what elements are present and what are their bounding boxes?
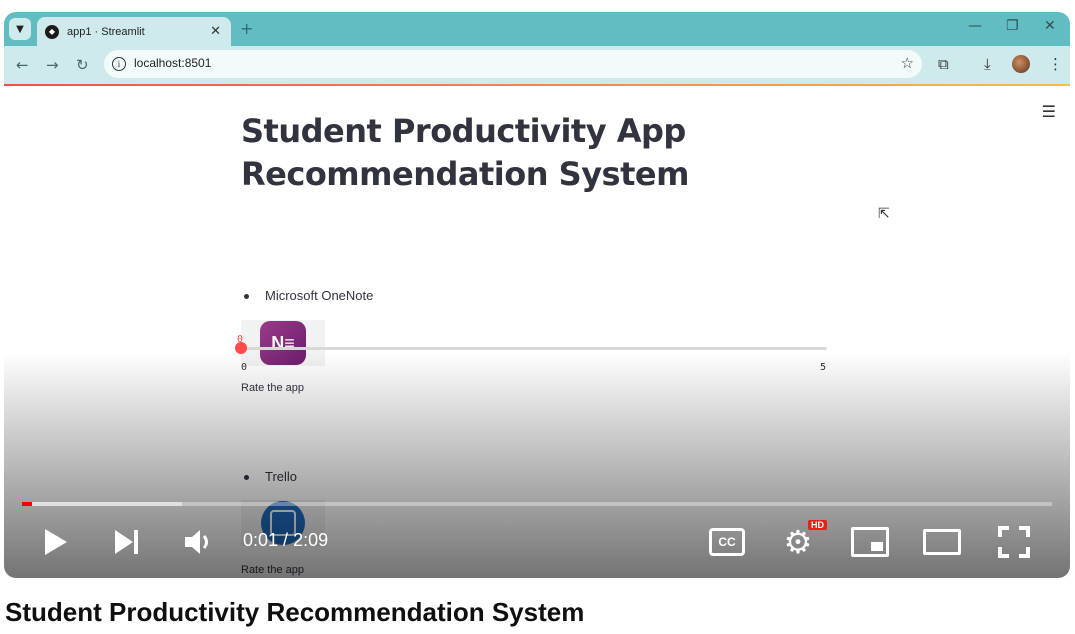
bookmark-star-icon[interactable]: ☆ (901, 54, 914, 72)
video-player[interactable]: ▼ ◆ app1 · Streamlit ✕ + — ❐ ✕ ← → ↻ i l… (4, 12, 1070, 578)
subtitles-button[interactable]: CC (708, 526, 746, 558)
video-title: Student Productivity Recommendation Syst… (5, 597, 585, 627)
restore-icon[interactable]: ❐ (1006, 18, 1019, 34)
theater-icon (923, 529, 961, 555)
onenote-logo-icon: N≡ (260, 321, 306, 365)
browser-toolbar: ← → ↻ i localhost:8501 ☆ ⧉ ⤓ ⋮ (4, 46, 1070, 84)
bullet-icon (244, 294, 249, 300)
download-icon[interactable]: ⤓ (984, 55, 991, 73)
volume-button[interactable] (180, 526, 216, 558)
page-title: Student Productivity App Recommendation … (241, 112, 689, 193)
slider-min-label: 0 (241, 362, 248, 373)
url-text[interactable]: localhost:8501 (134, 56, 211, 70)
fullscreen-icon (998, 526, 1030, 558)
miniplayer-icon (851, 527, 889, 557)
list-item-onenote: Microsoft OneNote (244, 288, 373, 303)
play-icon (45, 529, 67, 555)
onenote-image: N≡ (241, 320, 325, 366)
app-name: Trello (265, 469, 298, 484)
browser-tab[interactable]: ◆ app1 · Streamlit ✕ (37, 17, 231, 46)
mouse-cursor-icon: ⇱ (878, 206, 890, 222)
theater-mode-button[interactable] (922, 526, 962, 558)
time-separator: / (278, 530, 294, 550)
miniplayer-button[interactable] (850, 526, 890, 558)
minimize-icon[interactable]: — (968, 18, 982, 34)
rate-label: Rate the app (241, 564, 304, 576)
browser-tab-strip: ▼ ◆ app1 · Streamlit ✕ + — ❐ ✕ (4, 12, 1070, 46)
fullscreen-button[interactable] (996, 524, 1032, 560)
rate-label: Rate the app (241, 382, 304, 394)
app-name: Microsoft OneNote (265, 288, 374, 303)
close-window-icon[interactable]: ✕ (1044, 18, 1056, 34)
play-button[interactable] (40, 524, 72, 560)
new-tab-icon[interactable]: + (240, 19, 253, 38)
streamlit-favicon-icon: ◆ (45, 24, 59, 39)
list-item-trello: Trello (244, 469, 297, 484)
tab-title: app1 · Streamlit (67, 25, 145, 38)
forward-icon[interactable]: → (46, 56, 59, 74)
next-icon (115, 530, 138, 554)
profile-avatar[interactable] (1012, 55, 1030, 73)
tab-search-button[interactable]: ▼ (9, 18, 31, 40)
current-time: 0:01 (243, 530, 279, 550)
next-button[interactable] (110, 526, 144, 558)
duration: 2:09 (293, 530, 329, 550)
rating-slider-track[interactable] (241, 347, 827, 350)
hamburger-menu-icon[interactable]: ☰ (1042, 102, 1056, 121)
volume-icon (185, 530, 208, 554)
address-bar[interactable]: i localhost:8501 ☆ (104, 50, 922, 78)
rating-slider-thumb[interactable] (235, 342, 247, 354)
time-display: 0:01 / 2:09 (243, 530, 328, 551)
slider-max-label: 5 (820, 362, 827, 373)
reload-icon[interactable]: ↻ (76, 56, 89, 74)
close-tab-icon[interactable]: ✕ (210, 24, 221, 39)
menu-kebab-icon[interactable]: ⋮ (1048, 55, 1063, 73)
video-progress-bar[interactable] (22, 502, 1052, 506)
played-bar (22, 502, 33, 506)
hd-badge: HD (808, 520, 827, 530)
back-icon[interactable]: ← (16, 56, 29, 74)
extensions-icon[interactable]: ⧉ (938, 55, 949, 73)
site-info-icon[interactable]: i (112, 57, 126, 71)
buffer-bar (22, 502, 182, 506)
cc-icon: CC (709, 528, 745, 556)
bullet-icon (244, 475, 249, 481)
